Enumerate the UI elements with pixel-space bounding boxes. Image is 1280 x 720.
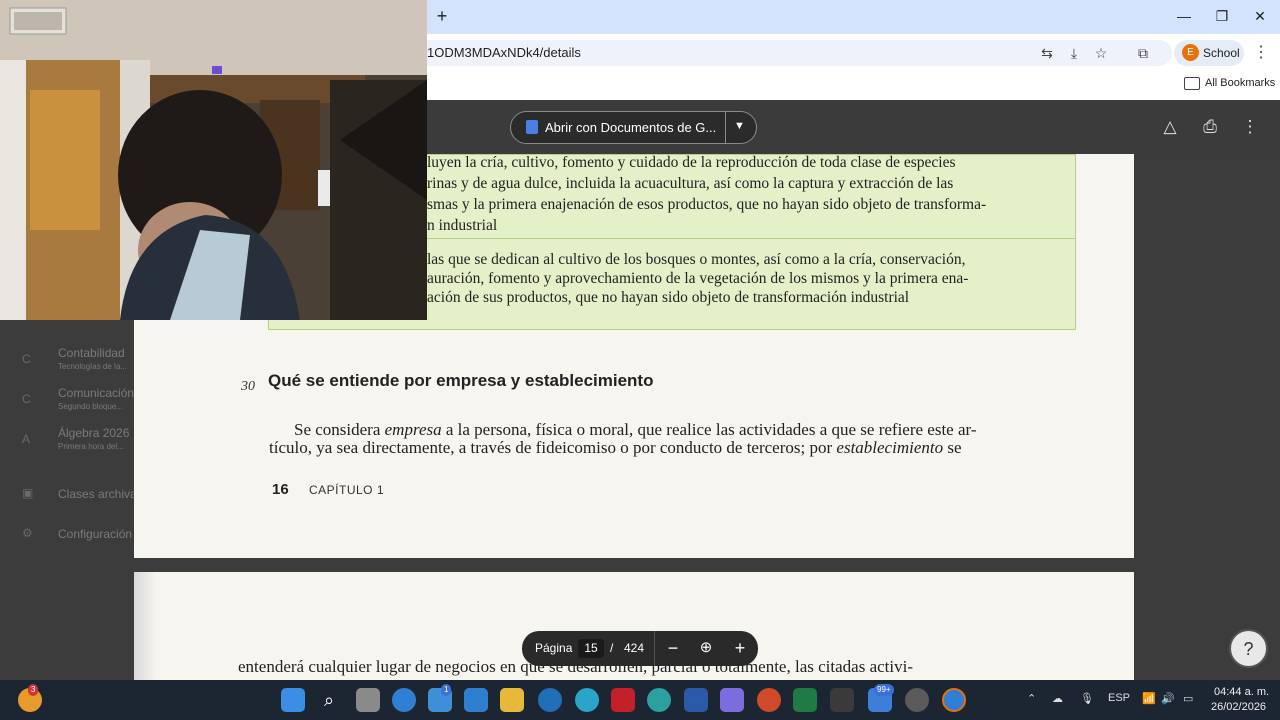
section-heading: Qué se entiende por empresa y establecim… — [268, 371, 654, 390]
address-url[interactable]: 1ODM3MDAxNDk4/details — [427, 45, 581, 60]
sidebar-item-sub: Tecnologías de la... — [58, 362, 127, 371]
page-input[interactable]: 15 — [578, 639, 604, 658]
volume-icon[interactable]: 🔊 — [1161, 692, 1175, 705]
bookmark-star-icon[interactable]: ☆ — [1092, 44, 1110, 62]
restore-button[interactable]: ❐ — [1210, 6, 1234, 26]
close-window-button[interactable]: ✕ — [1248, 6, 1272, 26]
battery-icon[interactable]: ▭ — [1183, 692, 1193, 705]
new-tab-button[interactable]: + — [432, 6, 452, 26]
antivirus-icon[interactable] — [611, 688, 635, 712]
powerpoint-icon[interactable] — [757, 688, 781, 712]
doc-line: n industrial — [427, 217, 498, 234]
add-to-drive-icon[interactable]: △ — [1159, 117, 1181, 137]
teams-badge: 99+ — [874, 684, 894, 696]
translate-icon[interactable]: ⇆ — [1038, 44, 1056, 62]
word-icon[interactable] — [684, 688, 708, 712]
install-app-icon[interactable]: ⤓ — [1065, 44, 1083, 62]
class-icon: A — [22, 432, 31, 446]
doc-line: luyen la cría, cultivo, fomento y cuidad… — [427, 154, 956, 171]
heading-number: 30 — [241, 379, 255, 394]
doc-line: ación de sus productos, que no hayan sid… — [427, 289, 910, 306]
class-icon: C — [22, 352, 31, 366]
zoom-in-button[interactable]: + — [729, 637, 751, 659]
chevron-up-icon[interactable]: ⌃ — [1027, 692, 1036, 705]
zoom-fit-icon[interactable]: ⊕ — [695, 637, 717, 659]
body-line-2: tículo, ya sea directamente, a través de… — [269, 437, 962, 458]
microphone-icon[interactable]: 🎙 — [1080, 692, 1094, 705]
sidebar-item-label[interactable]: Contabilidad — [58, 346, 125, 360]
open-with-label: Abrir con Documentos de G... — [545, 120, 717, 135]
chevron-down-icon[interactable]: ▼ — [734, 120, 745, 132]
more-options-icon[interactable]: ⋮ — [1239, 117, 1261, 137]
archive-icon: ▣ — [22, 486, 34, 500]
chrome-profile-icon[interactable] — [942, 688, 966, 712]
page-separator: / — [610, 641, 614, 655]
print-icon[interactable]: ⎙ — [1199, 117, 1221, 137]
body-text: se — [943, 438, 962, 457]
controls-divider — [654, 631, 655, 666]
chrome-icon[interactable] — [392, 688, 416, 712]
all-bookmarks-button[interactable]: All Bookmarks — [1205, 77, 1275, 89]
body-emphasis: establecimiento — [836, 438, 944, 457]
webcam-overlay — [0, 0, 427, 320]
copilot-icon[interactable] — [720, 688, 744, 712]
sidebar-item-label[interactable]: Comunicación — [58, 386, 134, 400]
page-number: 16 — [272, 481, 289, 498]
webcam-image — [0, 0, 427, 320]
outlook-icon[interactable] — [464, 688, 488, 712]
doc-line: smas y la primera enajenación de esos pr… — [427, 196, 987, 213]
extensions-icon[interactable]: ⧉ — [1134, 44, 1152, 62]
github-icon[interactable] — [905, 688, 929, 712]
clock-time[interactable]: 04:44 a. m. — [1214, 686, 1269, 698]
profile-name: School — [1203, 46, 1240, 60]
hp-icon[interactable] — [538, 688, 562, 712]
sidebar-item-settings[interactable]: Configuración — [58, 527, 132, 541]
search-icon[interactable]: ⌕ — [317, 688, 341, 712]
chrome-alt-icon[interactable] — [575, 688, 599, 712]
avatar: E — [1182, 44, 1199, 61]
task-view-icon[interactable] — [356, 688, 380, 712]
language-indicator[interactable]: ESP — [1108, 692, 1130, 704]
edge-icon[interactable] — [647, 688, 671, 712]
start-icon[interactable] — [281, 688, 305, 712]
wifi-icon[interactable]: 📶 — [1142, 692, 1156, 705]
page-total: 424 — [624, 641, 645, 655]
class-icon: C — [22, 392, 31, 406]
app-icon[interactable] — [830, 688, 854, 712]
chapter-label: CAPÍTULO 1 — [309, 483, 385, 497]
file-explorer-icon[interactable] — [500, 688, 524, 712]
help-button[interactable]: ? — [1229, 629, 1268, 668]
page-label: Página — [535, 641, 573, 655]
doc-line: auración, fomento y aprovechamiento de l… — [427, 270, 969, 287]
excel-icon[interactable] — [793, 688, 817, 712]
sidebar-item-sub: Primera hora del... — [58, 442, 124, 451]
docs-icon — [526, 120, 538, 134]
page-shadow — [134, 572, 156, 680]
settings-gear-icon: ⚙ — [22, 526, 33, 540]
button-divider — [725, 111, 726, 144]
doc-line: rinas y de agua dulce, incluida la acuac… — [427, 175, 954, 192]
minimize-button[interactable]: — — [1172, 6, 1196, 26]
chrome-menu-icon[interactable]: ⋮ — [1252, 44, 1270, 62]
sidebar-item-label[interactable]: Álgebra 2026 — [58, 426, 129, 440]
zoom-out-button[interactable]: − — [662, 637, 684, 659]
doc-line: las que se dedican al cultivo de los bos… — [427, 251, 966, 268]
folder-icon — [1184, 77, 1200, 90]
clock-date[interactable]: 26/02/2026 — [1211, 701, 1266, 713]
sidebar-item-sub: Segundo bloque... — [58, 402, 123, 411]
body-text: tículo, ya sea directamente, a través de… — [269, 438, 837, 457]
onedrive-icon[interactable]: ☁ — [1052, 692, 1063, 705]
